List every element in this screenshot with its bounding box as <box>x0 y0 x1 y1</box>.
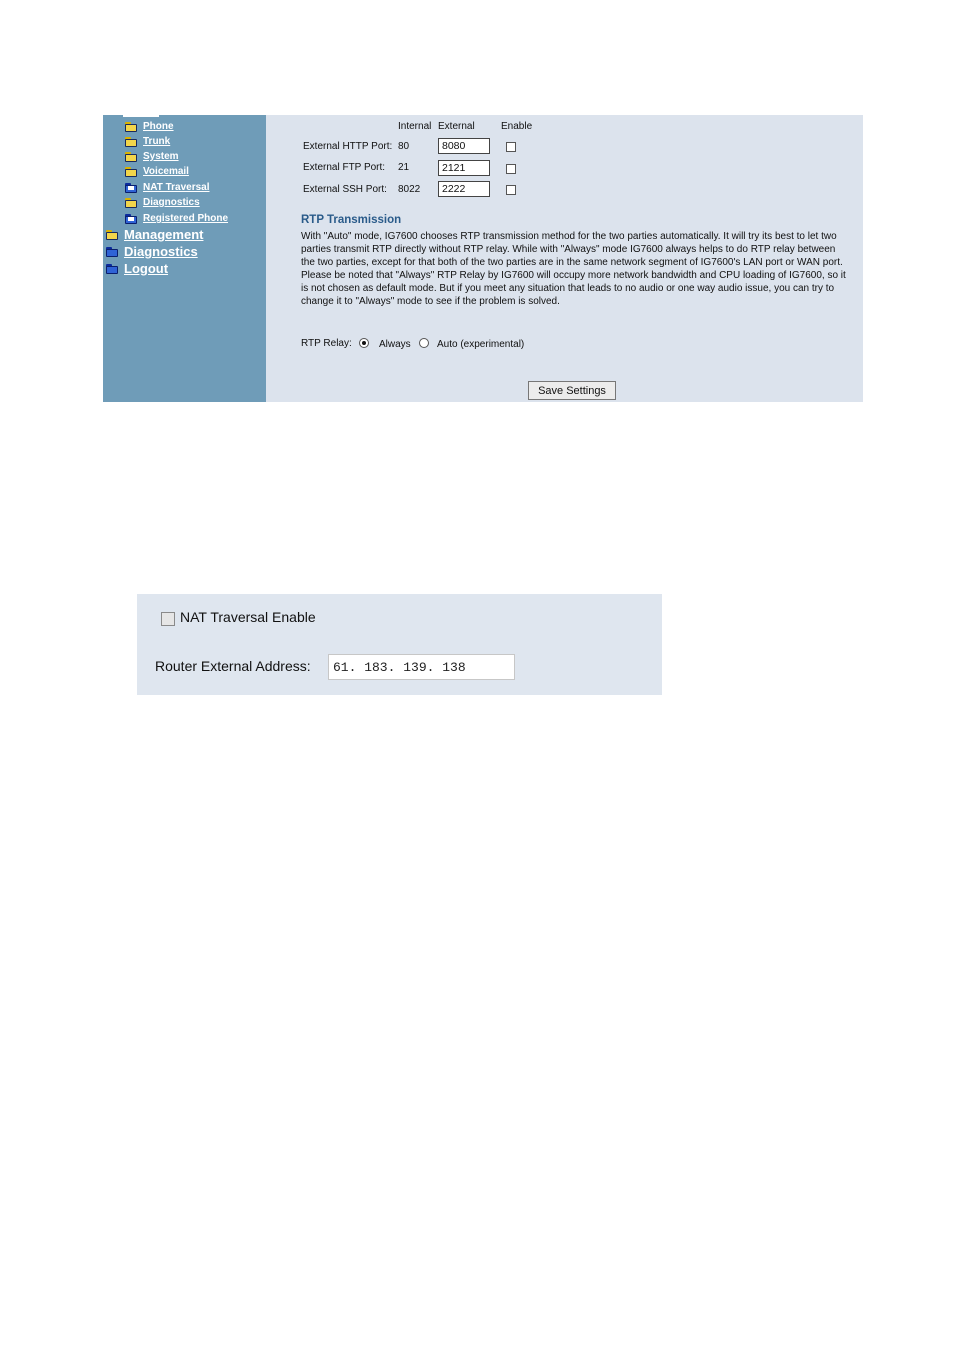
column-header-external: External <box>438 121 475 132</box>
sidebar-item-label[interactable]: Registered Phone <box>143 213 228 224</box>
sidebar-item-label[interactable]: Logout <box>124 261 168 276</box>
sidebar-item-label[interactable]: NAT Traversal <box>143 182 210 193</box>
rtp-relay-always-label: Always <box>379 339 411 350</box>
nat-traversal-panel: NAT Traversal Enable Router External Add… <box>137 594 662 695</box>
sidebar-item-label[interactable]: Phone <box>143 121 174 132</box>
sidebar-item-diagnostics[interactable]: Diagnostics <box>106 243 198 260</box>
sidebar: Phone Trunk System Voicemail NAT Travers… <box>103 115 266 402</box>
folder-icon <box>106 263 119 274</box>
main-content: Internal External Enable External HTTP P… <box>266 115 863 402</box>
port-label-http: External HTTP Port: <box>303 141 393 152</box>
sidebar-item-system[interactable]: System <box>125 149 179 164</box>
folder-icon <box>125 151 138 162</box>
folder-icon <box>125 197 138 208</box>
router-admin-screenshot: Phone Trunk System Voicemail NAT Travers… <box>103 115 863 402</box>
sidebar-item-logout[interactable]: Logout <box>106 260 168 277</box>
port-internal-ftp: 21 <box>398 162 410 173</box>
sidebar-item-management[interactable]: Management <box>106 226 203 243</box>
page-icon <box>125 213 138 224</box>
sidebar-item-diagnostics-sub[interactable]: Diagnostics <box>125 195 200 210</box>
sidebar-item-nat-traversal[interactable]: NAT Traversal <box>125 180 210 195</box>
column-header-enable: Enable <box>501 121 533 132</box>
port-internal-ssh: 8022 <box>398 184 421 195</box>
save-settings-button[interactable]: Save Settings <box>528 381 616 400</box>
folder-icon <box>125 121 138 132</box>
sidebar-item-trunk[interactable]: Trunk <box>125 134 170 149</box>
router-external-address-input[interactable] <box>328 654 515 680</box>
folder-icon <box>125 166 138 177</box>
page-icon <box>125 182 138 193</box>
port-internal-http: 80 <box>398 141 410 152</box>
folder-icon <box>106 229 119 240</box>
sidebar-item-label[interactable]: Management <box>124 227 203 242</box>
sidebar-item-label[interactable]: Diagnostics <box>143 197 200 208</box>
router-external-address-label: Router External Address: <box>155 658 311 674</box>
port-label-ftp: External FTP Port: <box>303 162 386 173</box>
rtp-relay-auto-label: Auto (experimental) <box>437 339 525 350</box>
rtp-description: With "Auto" mode, IG7600 chooses RTP tra… <box>301 231 846 307</box>
folder-icon <box>106 246 119 257</box>
rtp-relay-always-radio[interactable] <box>359 338 369 348</box>
external-ftp-port-input[interactable] <box>438 160 490 176</box>
external-ssh-port-input[interactable] <box>438 181 490 197</box>
port-label-ssh: External SSH Port: <box>303 184 387 195</box>
sidebar-item-registered-phone[interactable]: Registered Phone <box>125 211 228 226</box>
folder-icon <box>125 136 138 147</box>
enable-http-checkbox[interactable] <box>506 142 516 152</box>
sidebar-item-label[interactable]: Trunk <box>143 136 170 147</box>
enable-ftp-checkbox[interactable] <box>506 164 516 174</box>
external-http-port-input[interactable] <box>438 138 490 154</box>
sidebar-item-voicemail[interactable]: Voicemail <box>125 164 189 179</box>
rtp-relay-label: RTP Relay: <box>301 338 352 349</box>
rtp-relay-auto-radio[interactable] <box>419 338 429 348</box>
rtp-section-heading: RTP Transmission <box>301 214 402 226</box>
enable-ssh-checkbox[interactable] <box>506 185 516 195</box>
sidebar-item-phone[interactable]: Phone <box>125 119 174 134</box>
nat-traversal-enable-label: NAT Traversal Enable <box>180 609 316 625</box>
sidebar-item-label[interactable]: System <box>143 151 179 162</box>
sidebar-divider <box>123 115 159 117</box>
nat-traversal-enable-checkbox[interactable] <box>161 612 175 626</box>
column-header-internal: Internal <box>398 121 432 132</box>
sidebar-item-label[interactable]: Voicemail <box>143 166 189 177</box>
sidebar-item-label[interactable]: Diagnostics <box>124 244 198 259</box>
